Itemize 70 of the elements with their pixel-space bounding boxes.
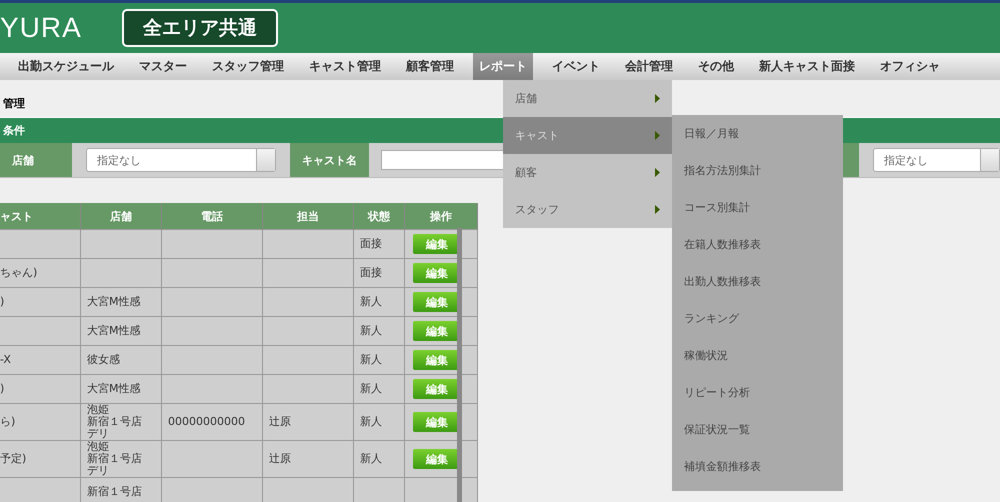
submenu-item[interactable]: 指名方法別集計: [672, 152, 843, 189]
column-header: ャスト: [0, 203, 80, 230]
nav-item[interactable]: イベント: [546, 53, 606, 80]
triangle-icon: [655, 168, 660, 177]
table-cell: 新人: [354, 346, 404, 374]
table-cell: 新人: [354, 374, 404, 404]
table-cell-line: 新宿１号店: [87, 416, 143, 428]
filter-label: [843, 143, 859, 177]
table-cell: 面接: [354, 258, 404, 288]
filter-label: 店舗: [0, 143, 72, 177]
submenu-item[interactable]: 稼働状況: [672, 337, 843, 374]
breadcrumb: 管理: [3, 96, 25, 111]
table-cell: 辻原: [262, 440, 354, 478]
nav-item[interactable]: 会計管理: [619, 53, 679, 80]
scrollbar[interactable]: [457, 228, 462, 502]
nav-item[interactable]: スタッフ管理: [206, 53, 290, 80]
triangle-icon: [655, 94, 660, 103]
table-cell-line: デリ: [87, 465, 110, 477]
submenu-item[interactable]: 在籍人数推移表: [672, 226, 843, 263]
table-cell: 大宮M性感: [80, 316, 162, 346]
submenu-item[interactable]: 保証状況一覧: [672, 411, 843, 448]
submenu-item[interactable]: ランキング: [672, 300, 843, 337]
nav-item[interactable]: オフィシャ: [874, 53, 946, 80]
submenu-item[interactable]: コース別集計: [672, 189, 843, 226]
table-cell: 大宮M性感: [80, 288, 162, 316]
table-cell-line: デリ: [87, 428, 110, 440]
column-header: 担当: [262, 203, 354, 230]
table-cell: 彼女感: [80, 346, 162, 374]
submenu-item[interactable]: 補填金額推移表: [672, 448, 843, 485]
table-cell-line: 新宿１号店: [87, 453, 143, 465]
area-button[interactable]: 全エリア共通: [122, 9, 278, 47]
table-cell: ): [0, 374, 80, 404]
table-cell: -X: [0, 346, 80, 374]
triangle-icon: [655, 205, 660, 214]
nav-item[interactable]: その他: [692, 53, 740, 80]
menu-item[interactable]: 店舗: [503, 80, 672, 117]
table-cell: 00000000000: [162, 404, 262, 440]
column-header: 店舗: [80, 203, 162, 230]
table-cell-line: 泡姫: [87, 404, 110, 416]
menu-item[interactable]: キャスト: [503, 117, 672, 154]
table-cell: 辻原: [262, 404, 354, 440]
filter-label: キャスト名: [290, 143, 369, 177]
table-cell: 予定): [0, 440, 80, 478]
table-cell: ): [0, 288, 80, 316]
table-cell: ら): [0, 404, 80, 440]
nav-item[interactable]: レポート: [473, 53, 533, 80]
triangle-icon: [655, 131, 660, 140]
table-cell: ちゃん): [0, 258, 80, 288]
submenu-item[interactable]: 出勤人数推移表: [672, 263, 843, 300]
nav-item[interactable]: キャスト管理: [303, 53, 387, 80]
select-field[interactable]: 指定なし: [873, 148, 1000, 172]
table-cell: 新人: [354, 440, 404, 478]
logo: YURA: [0, 12, 82, 44]
nav-item[interactable]: 顧客管理: [400, 53, 460, 80]
select-field[interactable]: 指定なし: [86, 148, 276, 172]
table-cell: 大宮M性感: [80, 374, 162, 404]
table-cell: 新人: [354, 288, 404, 316]
submenu-item[interactable]: リピート分析: [672, 374, 843, 411]
table-cell: 新人: [354, 404, 404, 440]
nav-item[interactable]: マスター: [133, 53, 193, 80]
column-header: 操作: [404, 203, 478, 230]
menu-item[interactable]: 顧客: [503, 154, 672, 191]
table-cell-line: 泡姫: [87, 441, 110, 453]
table-cell: 面接: [354, 230, 404, 258]
column-header: 状態: [354, 203, 404, 230]
table-cell: 新人: [354, 316, 404, 346]
column-header: 電話: [162, 203, 262, 230]
nav-item[interactable]: 新人キャスト面接: [753, 53, 861, 80]
menu-item[interactable]: スタッフ: [503, 191, 672, 228]
nav-item[interactable]: 出勤スケジュール: [12, 53, 120, 80]
